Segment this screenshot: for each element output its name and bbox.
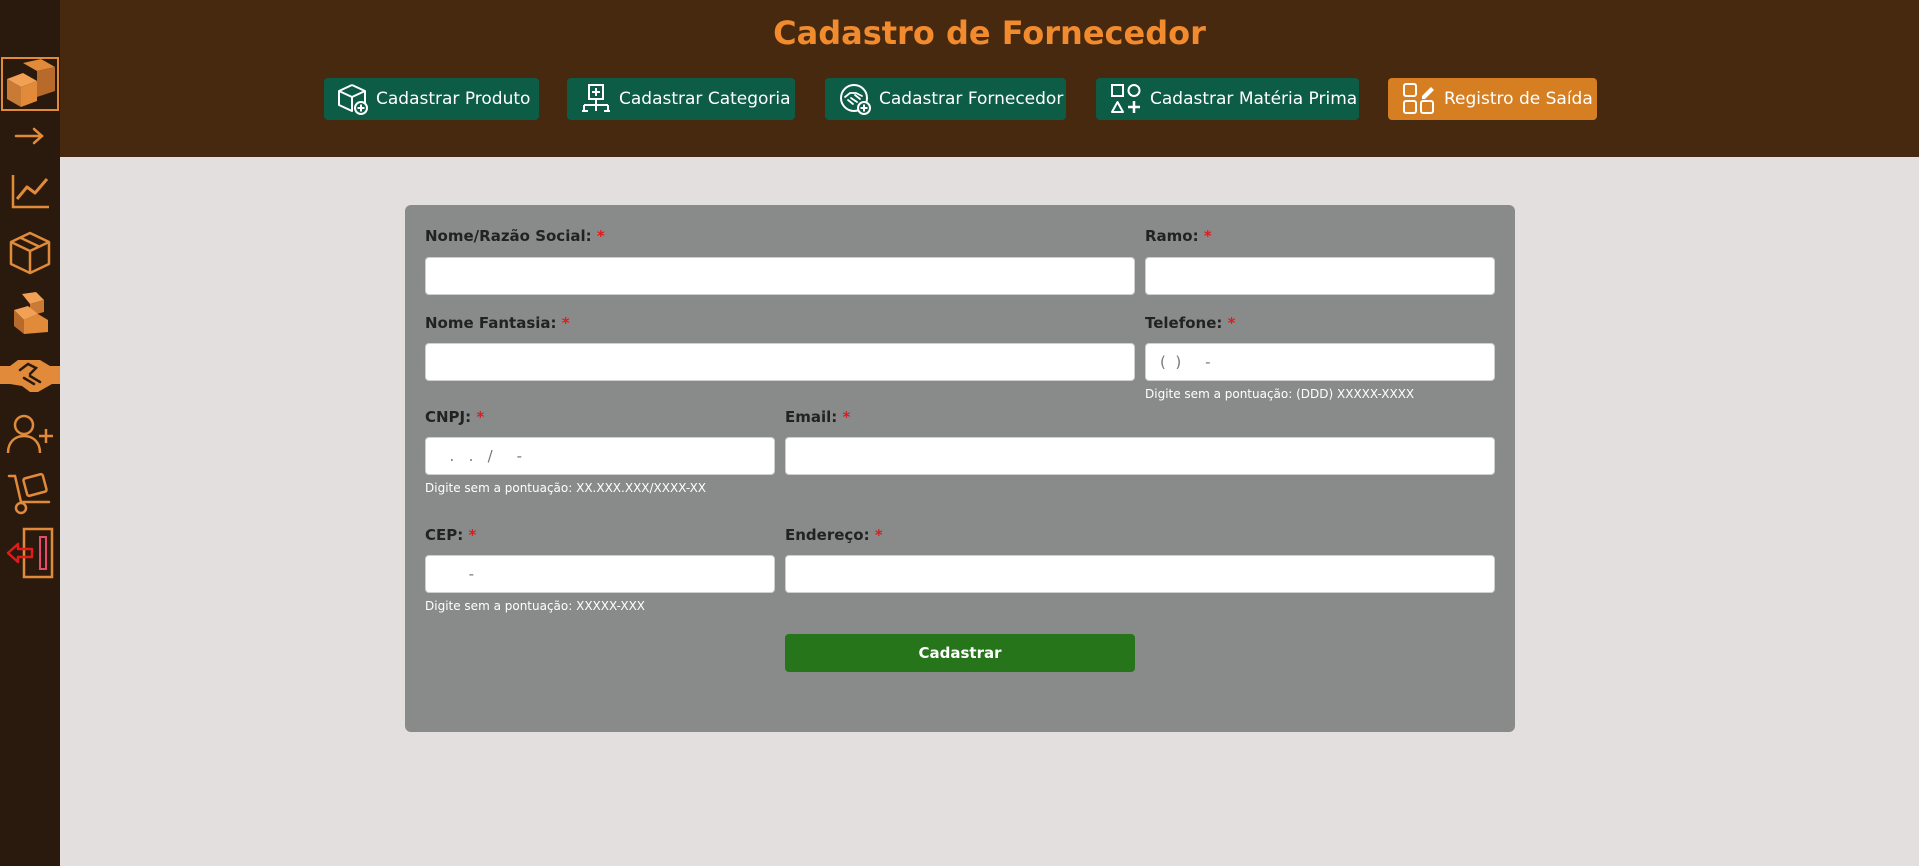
endereco-input[interactable] [785,555,1495,593]
box-plus-icon [338,84,368,115]
logout-icon[interactable] [0,526,60,580]
top-header: Cadastro de Fornecedor Cadastrar Produto… [60,0,1919,157]
arrow-right-icon[interactable] [0,124,60,148]
nome-fantasia-label: Nome Fantasia: * [425,314,570,332]
handshake-icon[interactable] [0,352,60,396]
ramo-label: Ramo: * [1145,227,1212,245]
hand-truck-icon[interactable] [0,470,60,516]
cadastrar-fornecedor-button[interactable]: Cadastrar Fornecedor [825,78,1066,120]
cadastrar-submit-button[interactable]: Cadastrar [785,634,1135,672]
cadastrar-produto-label: Cadastrar Produto [376,89,531,109]
nome-label: Nome/Razão Social: * [425,227,605,245]
cadastrar-materia-prima-label: Cadastrar Matéria Prima [1150,89,1358,109]
email-input[interactable] [785,437,1495,475]
line-chart-icon[interactable] [0,170,60,212]
nome-razao-social-input[interactable] [425,257,1135,295]
cadastrar-categoria-label: Cadastrar Categoria [619,89,791,109]
cadastrar-fornecedor-label: Cadastrar Fornecedor [879,89,1064,109]
telefone-label: Telefone: * [1145,314,1236,332]
cep-hint: Digite sem a pontuação: XXXXX-XXX [425,599,646,613]
cep-input[interactable] [425,555,775,593]
telefone-input[interactable] [1145,343,1495,381]
email-label: Email: * [785,408,851,426]
cnpj-hint: Digite sem a pontuação: XX.XXX.XXX/XXXX-… [425,481,707,495]
cnpj-input[interactable] [425,437,775,475]
page-title: Cadastro de Fornecedor [773,14,1206,52]
shapes-plus-icon [1111,84,1141,113]
ramo-input[interactable] [1145,257,1495,295]
cadastrar-produto-button[interactable]: Cadastrar Produto [324,78,539,120]
hierarchy-plus-icon [582,84,610,112]
user-plus-icon[interactable] [0,412,60,456]
nome-fantasia-input[interactable] [425,343,1135,381]
cnpj-label: CNPJ: * [425,408,485,426]
fornecedor-form: Nome/Razão Social: * Ramo: * Nome Fantas… [405,205,1515,732]
registro-de-saida-button[interactable]: Registro de Saída [1388,78,1597,120]
boxes-logo-icon[interactable] [0,55,60,113]
cep-label: CEP: * [425,526,477,544]
endereco-label: Endereço: * [785,526,883,544]
handshake-plus-icon [840,84,871,115]
cadastrar-materia-prima-button[interactable]: Cadastrar Matéria Prima [1096,78,1359,120]
sidebar [0,0,60,866]
registro-de-saida-label: Registro de Saída [1444,89,1593,109]
grid-edit-icon [1403,83,1434,114]
cadastrar-categoria-button[interactable]: Cadastrar Categoria [567,78,795,120]
box-icon[interactable] [0,230,60,276]
boxes-stack-icon[interactable] [0,290,60,336]
telefone-hint: Digite sem a pontuação: (DDD) XXXXX-XXXX [1145,387,1415,401]
